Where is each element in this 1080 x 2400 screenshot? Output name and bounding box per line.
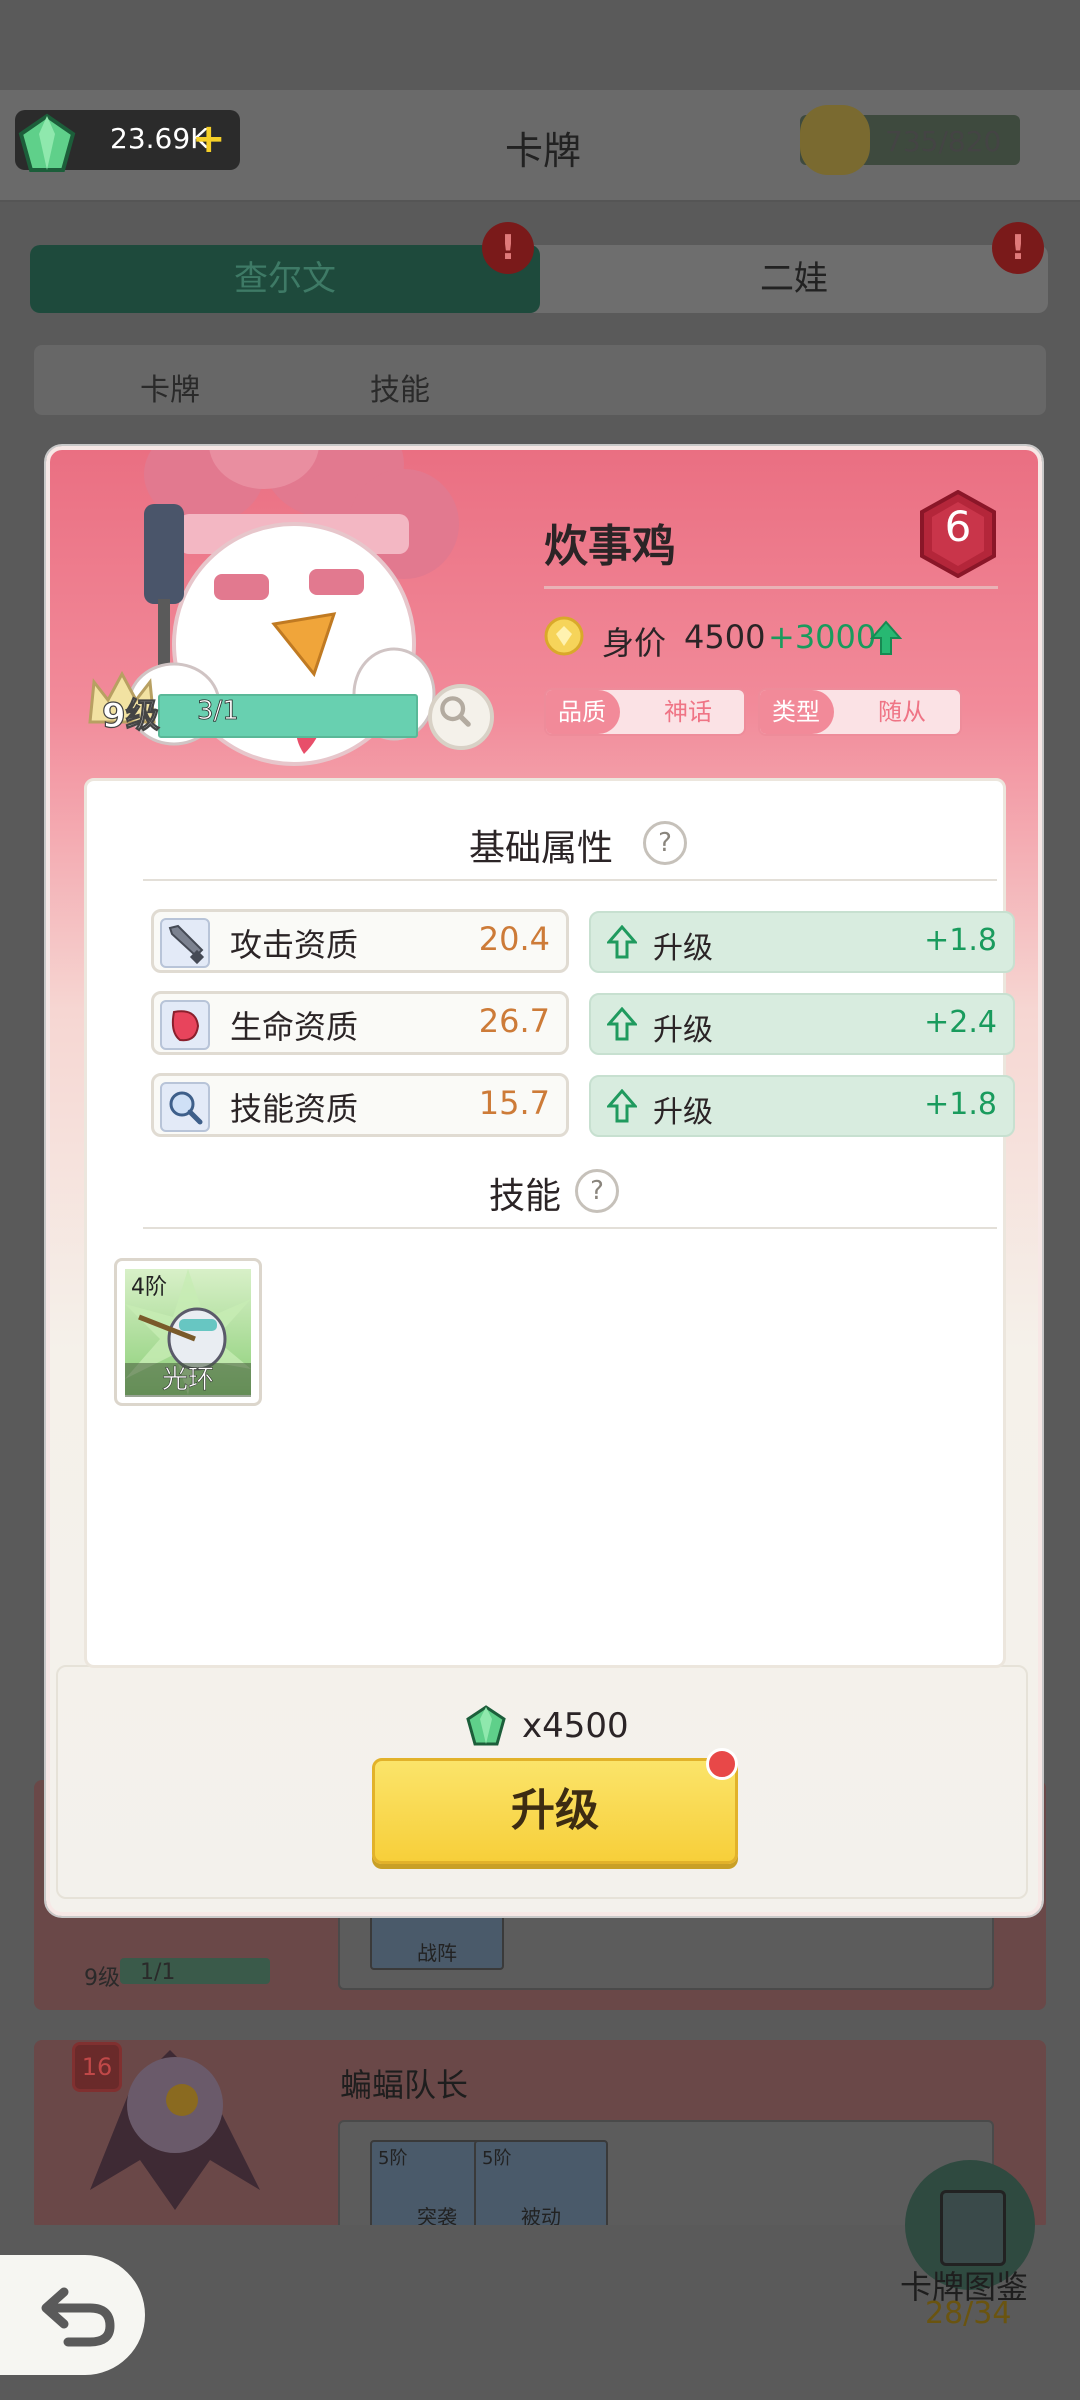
zoom-button[interactable] bbox=[428, 684, 494, 750]
attribute-row: 技能资质 15.7 bbox=[151, 1073, 569, 1137]
tab-cards[interactable]: 卡牌 bbox=[140, 365, 200, 409]
skill-thumb[interactable]: 5阶 被动 bbox=[474, 2140, 608, 2234]
bat-captain-portrait bbox=[90, 2050, 260, 2210]
attribute-name: 攻击资质 bbox=[230, 926, 359, 964]
back-arrow-icon[interactable] bbox=[38, 2280, 118, 2350]
help-icon[interactable]: ? bbox=[575, 1169, 619, 1213]
upgrade-row[interactable]: 升级 +1.8 bbox=[589, 911, 1015, 973]
page-title: 卡牌 bbox=[505, 129, 582, 173]
gem-icon bbox=[18, 113, 76, 172]
divider bbox=[143, 879, 997, 881]
card-progress: 1/1 bbox=[140, 1960, 176, 1985]
quality-tag: 品质 神话 bbox=[544, 688, 746, 736]
upgrade-label: 升级 bbox=[653, 1013, 713, 1048]
help-icon[interactable]: ? bbox=[643, 821, 687, 865]
tag-value: 神话 bbox=[664, 698, 712, 726]
hero-level: 9级 bbox=[101, 695, 160, 736]
skill-tier: 5阶 bbox=[378, 2148, 408, 2169]
attribute-row: 生命资质 26.7 bbox=[151, 991, 569, 1055]
skill-tier: 4阶 bbox=[131, 1275, 167, 1300]
card-level: 9级 bbox=[84, 1966, 120, 1991]
hero-name: 炊事鸡 bbox=[544, 521, 676, 572]
skill-tier: 5阶 bbox=[482, 2148, 512, 2169]
upgrade-cost: x4500 bbox=[522, 1706, 629, 1746]
tab-skills[interactable]: 技能 bbox=[370, 365, 430, 409]
alert-icon: ! bbox=[992, 222, 1044, 274]
gem-icon bbox=[466, 1705, 506, 1746]
attribute-row: 攻击资质 20.4 bbox=[151, 909, 569, 973]
tab-hero-1[interactable]: 查尔文 bbox=[30, 245, 540, 313]
upgrade-value: +1.8 bbox=[924, 923, 997, 958]
card-detail-modal: 9级 3/1 炊事鸡 6 身价 4500 +3000 品质 神话 类型 随从 基… bbox=[46, 446, 1042, 1916]
card-name: 蝙蝠队长 bbox=[340, 2066, 469, 2104]
book-icon bbox=[940, 2190, 1006, 2266]
type-tag: 类型 随从 bbox=[758, 688, 962, 736]
level-progress-text: 3/1 bbox=[197, 696, 240, 727]
upgrade-label: 升级 bbox=[653, 931, 713, 966]
value-label: 身价 bbox=[602, 624, 667, 662]
skill-label: 光环 bbox=[125, 1363, 251, 1397]
upgrade-value: +2.4 bbox=[924, 1005, 997, 1040]
divider bbox=[143, 1227, 997, 1229]
skill-label: 战阵 bbox=[417, 1941, 457, 1965]
notification-dot bbox=[706, 1748, 738, 1780]
tag-key: 品质 bbox=[546, 690, 620, 734]
rank-number: 6 bbox=[944, 502, 972, 551]
add-gems-button[interactable]: + bbox=[192, 116, 226, 162]
codex-count: 28/34 bbox=[925, 2296, 1012, 2331]
attribute-name: 技能资质 bbox=[230, 1090, 359, 1128]
value-increase: +3000 bbox=[768, 618, 877, 656]
cookie-icon bbox=[800, 105, 870, 175]
magnify-icon bbox=[160, 1082, 210, 1132]
coin-icon bbox=[544, 616, 584, 656]
arrow-up-icon bbox=[607, 1007, 637, 1041]
arrow-up-icon bbox=[870, 620, 902, 655]
value-amount: 4500 bbox=[684, 618, 766, 656]
sword-icon bbox=[160, 918, 210, 968]
alert-icon: ! bbox=[482, 222, 534, 274]
upgrade-row[interactable]: 升级 +1.8 bbox=[589, 1075, 1015, 1137]
upgrade-value: +1.8 bbox=[924, 1087, 997, 1122]
attributes-panel: 基础属性 ? 攻击资质 20.4 升级 +1.8 生命资质 26.7 升级 +2… bbox=[84, 778, 1015, 1668]
arrow-up-icon bbox=[607, 1089, 637, 1123]
resource-amount: 735/820 bbox=[885, 125, 1002, 158]
tag-key: 类型 bbox=[760, 690, 834, 734]
upgrade-row[interactable]: 升级 +2.4 bbox=[589, 993, 1015, 1055]
tag-value: 随从 bbox=[878, 698, 926, 726]
skill-card[interactable]: 4阶 光环 bbox=[114, 1258, 262, 1406]
upgrade-label: 升级 bbox=[653, 1095, 713, 1130]
tab-hero-2[interactable]: 二娃 bbox=[540, 245, 1048, 313]
chef-chicken-portrait bbox=[127, 450, 459, 766]
arrow-up-icon bbox=[607, 925, 637, 959]
attribute-value: 20.4 bbox=[478, 920, 550, 958]
divider bbox=[544, 586, 998, 589]
attribute-value: 15.7 bbox=[478, 1084, 550, 1122]
section-title-skills: 技能 bbox=[489, 1176, 562, 1217]
search-icon bbox=[440, 696, 471, 727]
section-title-attributes: 基础属性 bbox=[469, 828, 614, 869]
heart-icon bbox=[160, 1000, 210, 1050]
attribute-value: 26.7 bbox=[478, 1002, 550, 1040]
attribute-name: 生命资质 bbox=[230, 1008, 359, 1046]
upgrade-button[interactable]: 升级 bbox=[372, 1758, 738, 1864]
